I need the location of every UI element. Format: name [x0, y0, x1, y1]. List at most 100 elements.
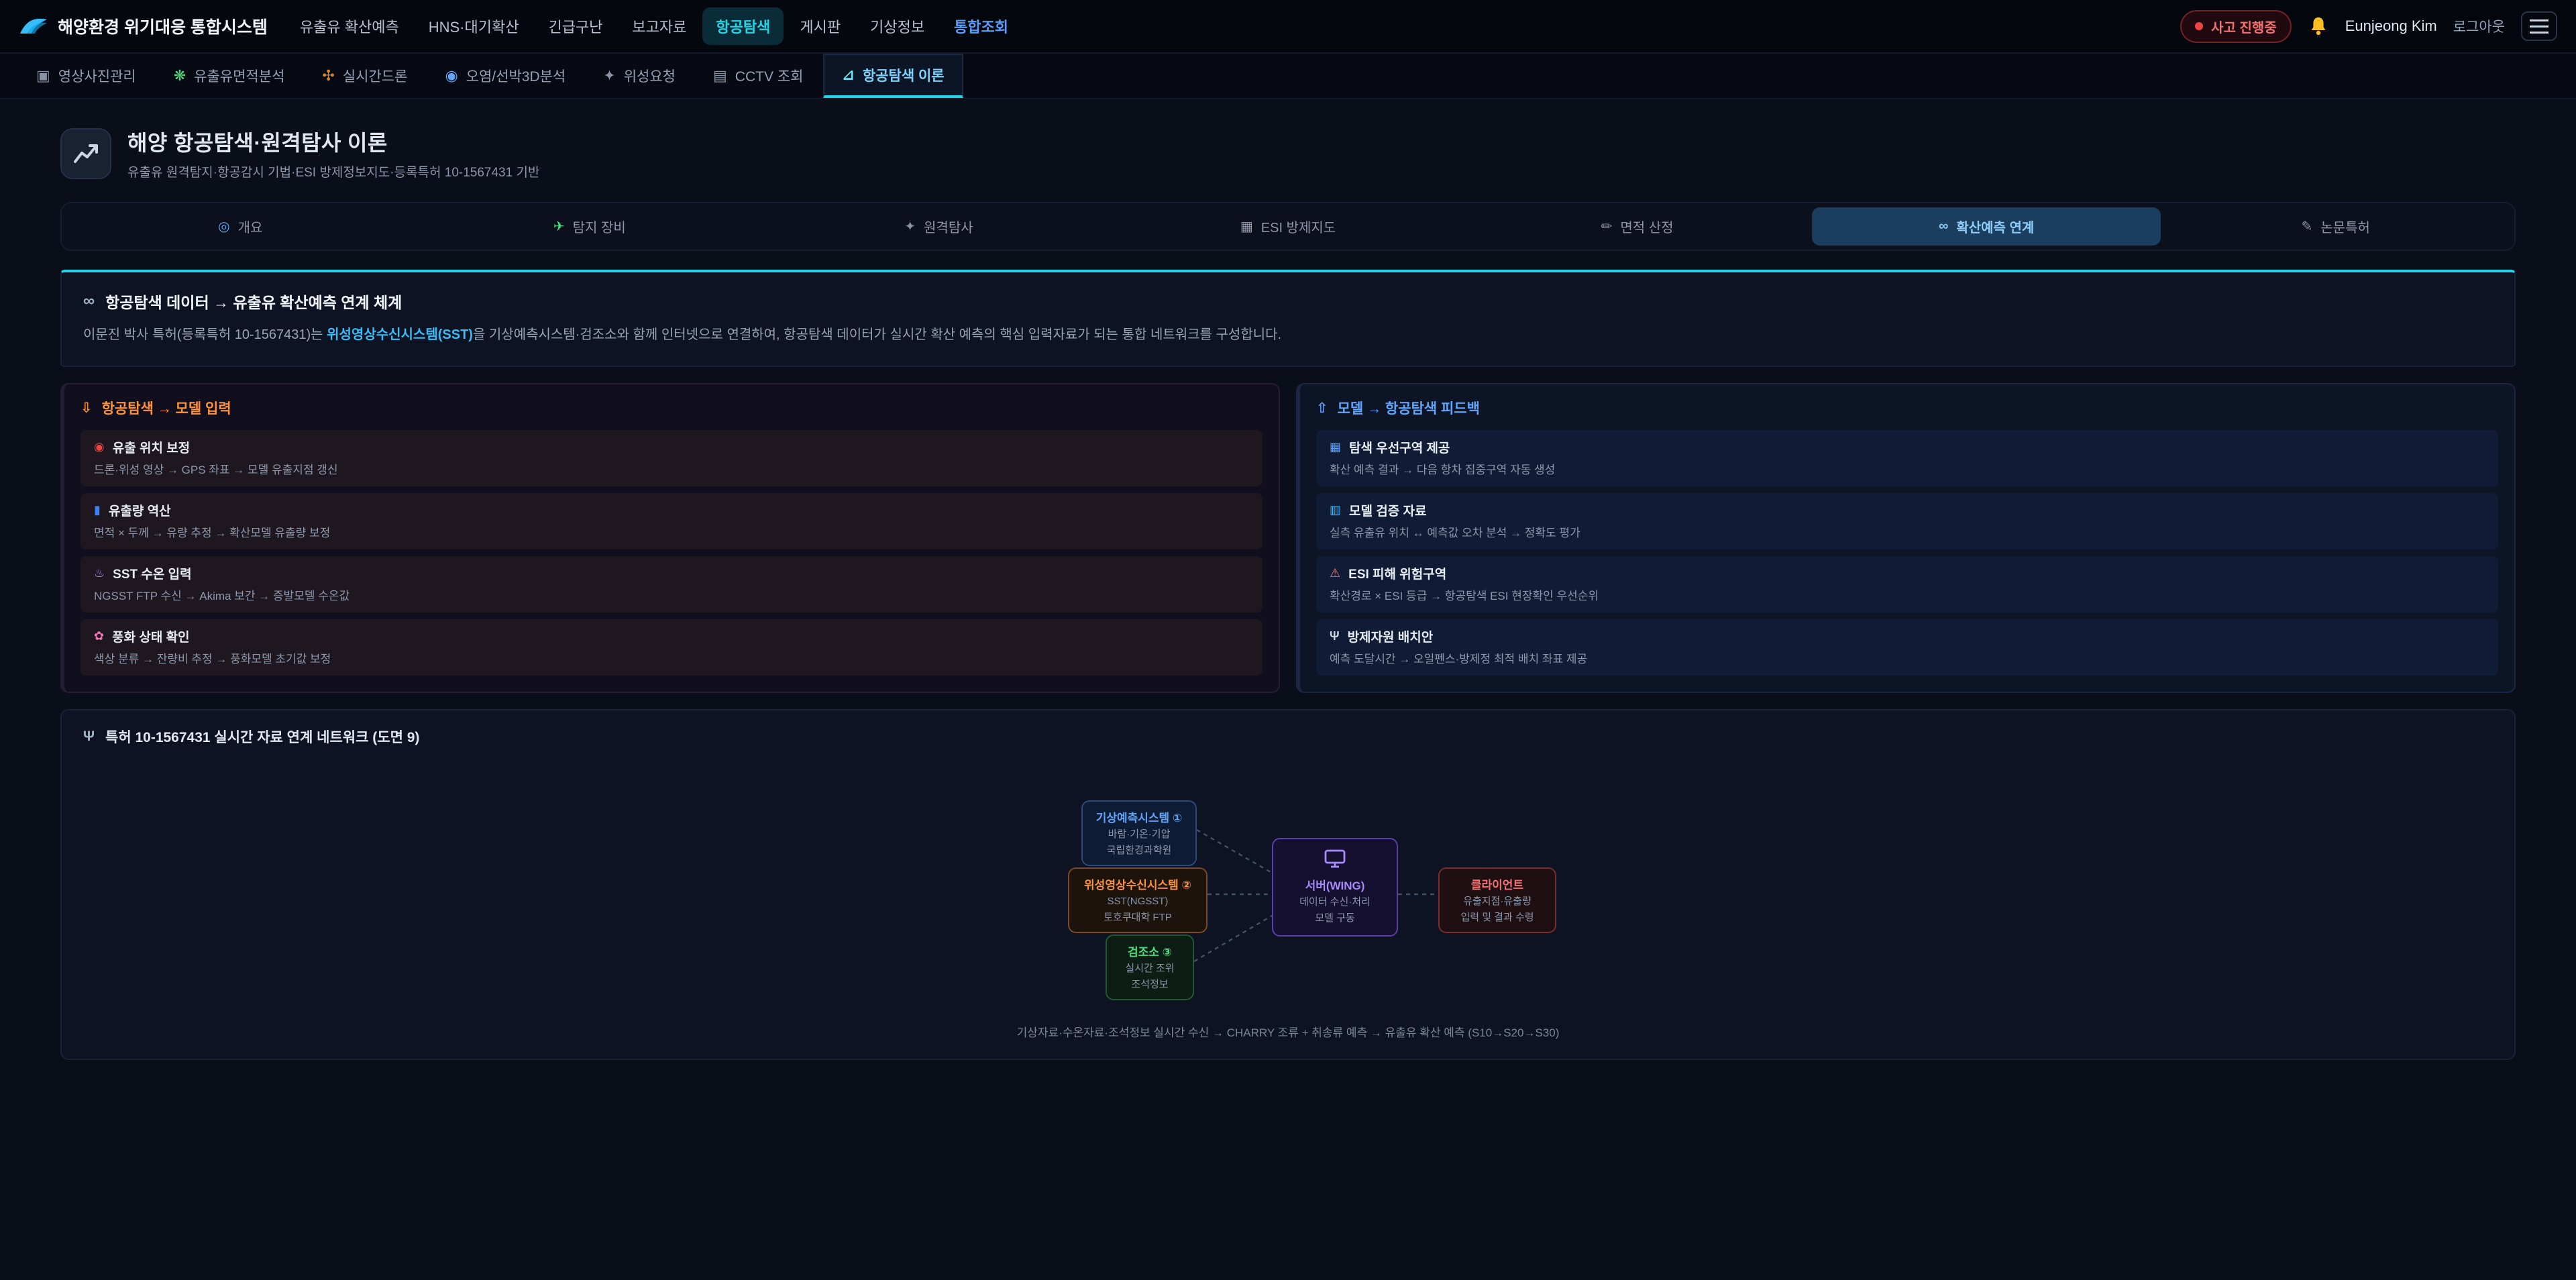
- tab-remote-sensing[interactable]: ✦ 원격탐사: [764, 207, 1114, 246]
- item-title: 모델 검증 자료: [1349, 501, 1426, 519]
- outbox-icon: ⇧: [1316, 400, 1328, 417]
- item-desc: 드론·위성 영상 → GPS 좌표 → 모델 유출지점 갱신: [94, 460, 1249, 477]
- subnav-aerial-search-theory[interactable]: ⊿ 항공탐색 이론: [823, 54, 963, 98]
- node-line: 국립환경과학원: [1091, 844, 1187, 857]
- item-desc: 실측 유출유 위치 ↔ 예측값 오차 분석 → 정확도 평가: [1330, 523, 2485, 540]
- page-title: 해양 항공탐색·원격탐사 이론: [127, 126, 539, 157]
- nav-emergency-rescue[interactable]: 긴급구난: [535, 7, 616, 45]
- list-item: ▥ 모델 검증 자료 실측 유출유 위치 ↔ 예측값 오차 분석 → 정확도 평가: [1316, 493, 2498, 549]
- item-title: ESI 피해 위험구역: [1348, 564, 1446, 582]
- incident-dot-icon: [2195, 22, 2203, 30]
- sst-system-link[interactable]: 위성영상수신시스템(SST): [327, 327, 473, 342]
- network-title-text: 특허 10-1567431 실시간 자료 연계 네트워크 (도면 9): [105, 727, 419, 747]
- bell-icon[interactable]: [2308, 15, 2329, 37]
- item-desc: 확산경로 × ESI 등급 → 항공탐색 ESI 현장확인 우선순위: [1330, 586, 2485, 603]
- map-icon: ▦: [1330, 440, 1341, 454]
- hamburger-menu-icon[interactable]: [2521, 11, 2557, 41]
- link-icon: ∞: [83, 292, 95, 311]
- brand[interactable]: 해양환경 위기대응 통합시스템: [19, 14, 268, 38]
- linkage-section: ∞ 항공탐색 데이터 → 유출유 확산예측 연계 체계 이문진 박사 특허(등록…: [60, 270, 2516, 367]
- tab-detection-equipment[interactable]: ✈ 탐지 장비: [415, 207, 765, 246]
- node-line: 유출지점·유출량: [1448, 895, 1547, 908]
- main-content: 해양 항공탐색·원격탐사 이론 유출유 원격탐지·항공감시 기법·ESI 방제정…: [0, 99, 2576, 1100]
- node-line: SST(NGSST): [1077, 895, 1198, 908]
- bar-chart-icon: ▥: [1330, 503, 1341, 517]
- tab-esi-map[interactable]: ▦ ESI 방제지도: [1114, 207, 1463, 246]
- node-title: 검조소 ③: [1115, 943, 1185, 959]
- list-item: ▮유출량 역산 면적 × 두께 → 유량 추정 → 확산모델 유출량 보정: [80, 493, 1263, 549]
- tab-overview[interactable]: ◎ 개요: [66, 207, 415, 246]
- item-title: 방제자원 배치안: [1348, 627, 1434, 645]
- item-desc: NGSST FTP 수신 → Akima 보간 → 증발모델 수온값: [94, 586, 1249, 603]
- nav-weather-info[interactable]: 기상정보: [857, 7, 938, 45]
- item-title: 탐색 우선구역 제공: [1349, 438, 1450, 456]
- sub-navbar: ▣ 영상사진관리 ❋ 유출유면적분석 ✣ 실시간드론 ◉ 오염/선박3D분석 ✦…: [0, 54, 2576, 99]
- antenna-icon: Ψ: [1330, 629, 1340, 643]
- link-icon: ∞: [1939, 219, 1948, 234]
- list-item: ✿풍화 상태 확인 색상 분류 → 잔량비 추정 → 풍화모델 초기값 보정: [80, 619, 1263, 676]
- aircraft-icon: ✈: [553, 218, 565, 235]
- section-title-text: 항공탐색 데이터 → 유출유 확산예측 연계 체계: [105, 290, 402, 313]
- list-item: ⚠ESI 피해 위험구역 확산경로 × ESI 등급 → 항공탐색 ESI 현장…: [1316, 556, 2498, 612]
- tab-forecast-linkage[interactable]: ∞ 확산예측 연계: [1812, 207, 2161, 246]
- subnav-label: 유출유면적분석: [194, 66, 284, 86]
- drone-icon: ✣: [322, 67, 334, 85]
- tab-label: 논문특허: [2320, 217, 2370, 236]
- nav-spill-forecast[interactable]: 유출유 확산예측: [286, 7, 413, 45]
- area-analysis-icon: ❋: [174, 67, 186, 85]
- node-line: 데이터 수신·처리: [1281, 896, 1389, 909]
- description-text: 이문진 박사 특허(등록특허 10-1567431)는: [83, 327, 327, 342]
- tab-area-calculation[interactable]: ✏ 면적 산정: [1462, 207, 1812, 246]
- item-desc: 확산 예측 결과 → 다음 항차 집중구역 자동 생성: [1330, 460, 2485, 477]
- nav-reports[interactable]: 보고자료: [619, 7, 700, 45]
- subnav-label: 실시간드론: [343, 66, 408, 86]
- subnav-photo-management[interactable]: ▣ 영상사진관리: [19, 54, 154, 98]
- item-title: SST 수온 입력: [113, 564, 191, 582]
- satellite-icon: ✦: [904, 218, 916, 235]
- app-title: 해양환경 위기대응 통합시스템: [58, 14, 268, 38]
- node-wing-server: 서버(WING) 데이터 수신·처리 모델 구동: [1272, 838, 1398, 937]
- tab-label: 개요: [238, 217, 263, 236]
- subnav-oil-area-analysis[interactable]: ❋ 유출유면적분석: [156, 54, 303, 98]
- model-input-panel-title: ⇩ 항공탐색 → 모델 입력: [80, 398, 1263, 418]
- thermometer-icon: ♨: [94, 566, 105, 580]
- incident-status-label: 사고 진행중: [2211, 17, 2277, 36]
- node-satellite-receiver: 위성영상수신시스템 ② SST(NGSST) 토호쿠대학 FTP: [1068, 867, 1208, 933]
- main-nav: 유출유 확산예측 HNS·대기확산 긴급구난 보고자료 항공탐색 게시판 기상정…: [286, 7, 1022, 45]
- tab-papers-patents[interactable]: ✎ 논문특허: [2161, 207, 2510, 246]
- nav-integrated-search[interactable]: 통합조회: [941, 7, 1022, 45]
- node-line: 바람·기온·기압: [1091, 828, 1187, 841]
- network-panel-title: Ψ 특허 10-1567431 실시간 자료 연계 네트워크 (도면 9): [83, 727, 2493, 747]
- node-title: 서버(WING): [1281, 876, 1389, 893]
- node-title: 기상예측시스템 ①: [1091, 808, 1187, 825]
- list-item: ♨ SST 수온 입력 NGSST FTP 수신 → Akima 보간 → 증발모…: [80, 556, 1263, 612]
- network-diagram: 기상예측시스템 ① 바람·기온·기압 국립환경과학원 위성영상수신시스템 ② S…: [912, 768, 1664, 1004]
- theory-tabbar: ◎ 개요 ✈ 탐지 장비 ✦ 원격탐사 ▦ ESI 방제지도 ✏ 면적 산정 ∞…: [60, 202, 2516, 251]
- item-title: 풍화 상태 확인: [112, 627, 189, 645]
- volume-icon: ▮: [94, 503, 101, 517]
- cctv-icon: ▤: [713, 67, 727, 85]
- linkage-section-title: ∞ 항공탐색 데이터 → 유출유 확산예측 연계 체계: [83, 290, 2493, 313]
- nav-aerial-search[interactable]: 항공탐색: [702, 7, 784, 45]
- model-feedback-panel: ⇧ 모델 → 항공탐색 피드백 ▦ 탐색 우선구역 제공 확산 예측 결과 → 다…: [1296, 383, 2516, 693]
- tab-label: 면적 산정: [1620, 217, 1673, 236]
- node-weather-system: 기상예측시스템 ① 바람·기온·기압 국립환경과학원: [1081, 800, 1197, 866]
- page-header: 해양 항공탐색·원격탐사 이론 유출유 원격탐지·항공감시 기법·ESI 방제정…: [60, 126, 2516, 180]
- chart-icon: ⊿: [842, 66, 854, 84]
- list-item: Ψ방제자원 배치안 예측 도달시간 → 오일펜스·방제정 최적 배치 좌표 제공: [1316, 619, 2498, 676]
- nav-hns-air[interactable]: HNS·대기확산: [415, 7, 533, 45]
- subnav-realtime-drone[interactable]: ✣ 실시간드론: [305, 54, 425, 98]
- node-title: 클라이언트: [1448, 875, 1547, 892]
- node-line: 입력 및 결과 수령: [1448, 911, 1547, 924]
- tab-label: 확산예측 연계: [1956, 217, 2034, 236]
- subnav-pollution-ship-3d[interactable]: ◉ 오염/선박3D분석: [427, 54, 583, 98]
- subnav-label: CCTV 조회: [735, 66, 804, 86]
- inbox-icon: ⇩: [80, 400, 93, 417]
- nav-board[interactable]: 게시판: [786, 7, 854, 45]
- logout-button[interactable]: 로그아웃: [2453, 16, 2505, 36]
- tab-label: 탐지 장비: [573, 217, 626, 236]
- model-feedback-panel-title: ⇧ 모델 → 항공탐색 피드백: [1316, 398, 2498, 418]
- network-panel: Ψ 특허 10-1567431 실시간 자료 연계 네트워크 (도면 9) 기상…: [60, 709, 2516, 1060]
- subnav-cctv-view[interactable]: ▤ CCTV 조회: [696, 54, 820, 98]
- subnav-satellite-request[interactable]: ✦ 위성요청: [586, 54, 693, 98]
